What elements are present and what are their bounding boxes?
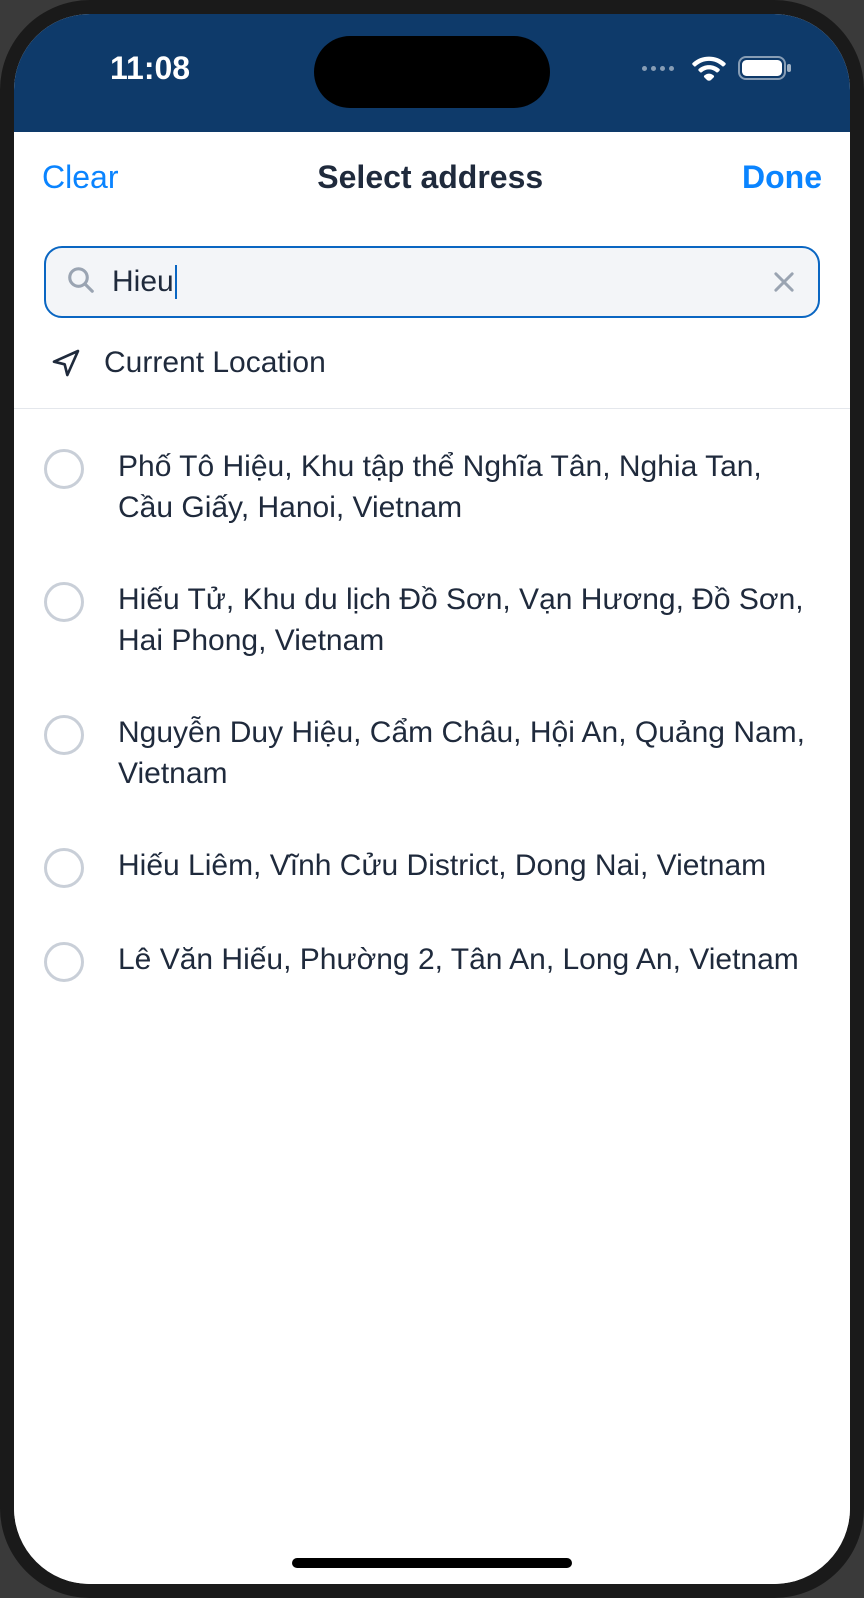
address-result-row[interactable]: Nguyễn Duy Hiệu, Cẩm Châu, Hội An, Quảng… [44,687,820,820]
clear-button[interactable]: Clear [42,159,118,196]
cellular-dots-icon [642,66,674,71]
close-icon [770,268,798,296]
search-icon [66,265,96,300]
text-cursor [175,265,177,299]
radio-unchecked-icon[interactable] [44,582,84,622]
radio-unchecked-icon[interactable] [44,715,84,755]
status-time: 11:08 [110,50,190,87]
current-location-row[interactable]: Current Location [44,318,820,408]
result-text: Hiếu Tử, Khu du lịch Đồ Sơn, Vạn Hương, … [118,580,820,661]
home-indicator[interactable] [292,1558,572,1568]
radio-unchecked-icon[interactable] [44,848,84,888]
location-arrow-icon [50,347,82,379]
result-text: Phố Tô Hiệu, Khu tập thể Nghĩa Tân, Nghi… [118,447,820,528]
result-text: Hiếu Liêm, Vĩnh Cửu District, Dong Nai, … [118,846,766,887]
address-result-row[interactable]: Phố Tô Hiệu, Khu tập thể Nghĩa Tân, Nghi… [44,421,820,554]
content: Hieu Current Location Phố Tô Hiệu, Khu t… [14,222,850,1584]
search-value: Hieu [112,265,174,299]
result-text: Nguyễn Duy Hiệu, Cẩm Châu, Hội An, Quảng… [118,713,820,794]
address-result-row[interactable]: Hiếu Liêm, Vĩnh Cửu District, Dong Nai, … [44,820,820,914]
clear-search-button[interactable] [770,268,798,296]
current-location-label: Current Location [104,346,326,380]
divider [14,408,850,409]
result-text: Lê Văn Hiếu, Phường 2, Tân An, Long An, … [118,940,799,981]
address-result-row[interactable]: Hiếu Tử, Khu du lịch Đồ Sơn, Vạn Hương, … [44,554,820,687]
radio-unchecked-icon[interactable] [44,449,84,489]
nav-bar: Clear Select address Done [14,132,850,222]
device-frame: 11:08 Clear Select address Done [0,0,864,1598]
address-result-row[interactable]: Lê Văn Hiếu, Phường 2, Tân An, Long An, … [44,914,820,1008]
device-notch [314,36,550,108]
done-button[interactable]: Done [742,159,822,196]
screen: 11:08 Clear Select address Done [14,14,850,1584]
wifi-icon [692,55,726,81]
radio-unchecked-icon[interactable] [44,942,84,982]
status-bar: 11:08 [14,14,850,132]
search-field[interactable]: Hieu [44,246,820,318]
search-input[interactable]: Hieu [112,265,754,299]
status-right [642,55,794,81]
results-list: Phố Tô Hiệu, Khu tập thể Nghĩa Tân, Nghi… [44,421,820,1008]
nav-title: Select address [317,159,543,196]
battery-icon [738,55,794,81]
